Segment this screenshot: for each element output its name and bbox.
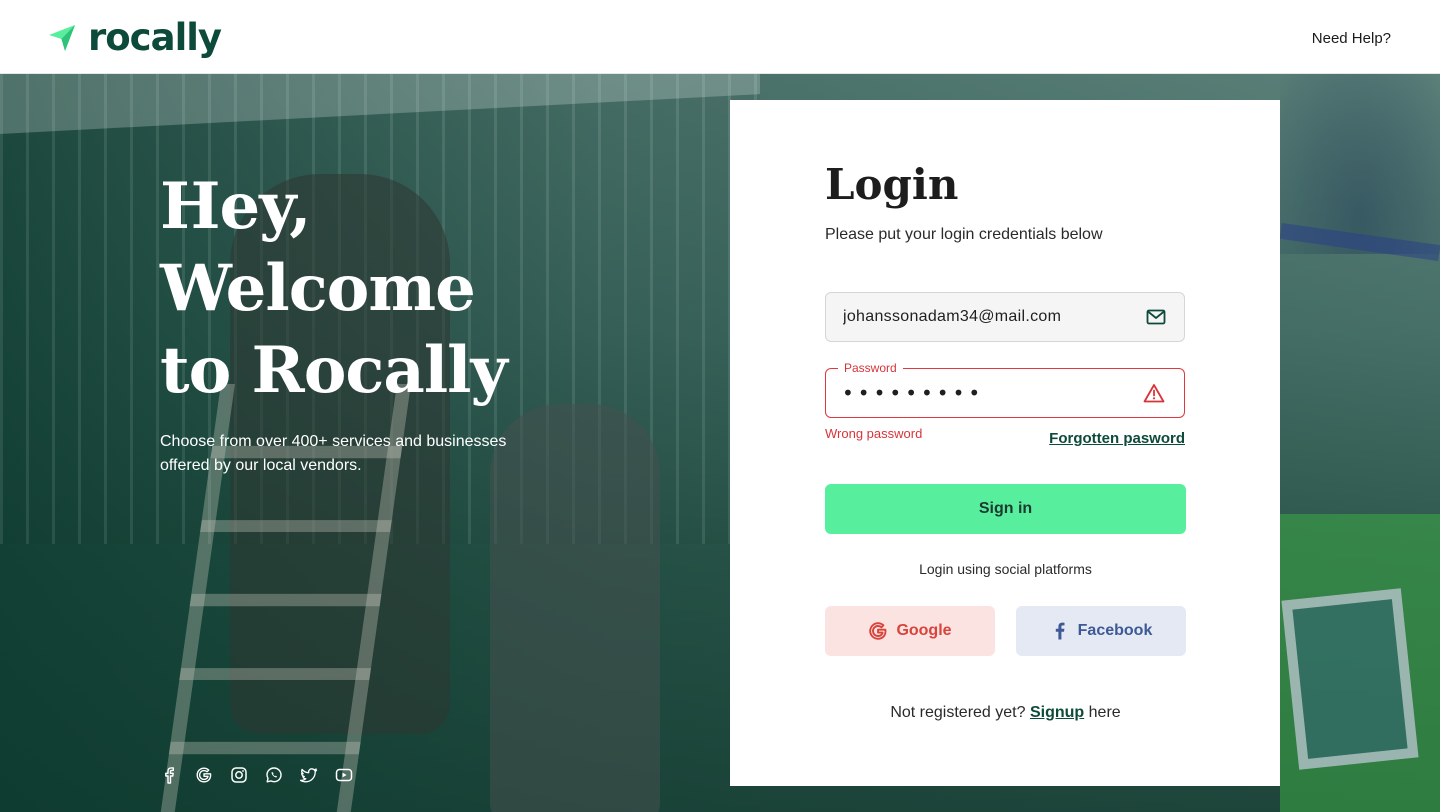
signup-prompt-prefix: Not registered yet? bbox=[890, 704, 1026, 721]
password-field: Password bbox=[825, 361, 1185, 418]
facebook-link[interactable] bbox=[160, 766, 178, 784]
facebook-login-button[interactable]: Facebook bbox=[1016, 606, 1186, 656]
google-icon bbox=[869, 622, 887, 640]
signup-link[interactable]: Signup bbox=[1030, 704, 1084, 721]
login-subtitle: Please put your login credentials below bbox=[825, 226, 1103, 243]
youtube-link[interactable] bbox=[335, 766, 353, 784]
forgot-password-link[interactable]: Forgotten pasword bbox=[1049, 430, 1185, 447]
hero-heading-line-2: Welcome bbox=[160, 251, 476, 326]
signup-prompt-suffix: here bbox=[1088, 704, 1121, 721]
email-input[interactable] bbox=[843, 293, 1133, 341]
youtube-icon bbox=[335, 768, 353, 782]
email-field bbox=[825, 292, 1185, 342]
google-button-label: Google bbox=[896, 622, 952, 639]
instagram-link[interactable] bbox=[230, 766, 248, 784]
twitter-icon bbox=[300, 768, 318, 783]
facebook-icon bbox=[1055, 622, 1065, 640]
password-error-text: Wrong password bbox=[825, 426, 923, 441]
footer-social-links bbox=[160, 766, 353, 784]
google-icon bbox=[196, 767, 212, 783]
hero-subtitle: Choose from over 400+ services and busin… bbox=[160, 433, 507, 474]
brand-name: rocally bbox=[88, 16, 222, 59]
paper-plane-icon bbox=[49, 25, 75, 51]
login-card: Login Please put your login credentials … bbox=[730, 100, 1280, 786]
top-header: rocally Need Help? bbox=[0, 0, 1440, 74]
hero-photo-window bbox=[1281, 588, 1419, 770]
sign-in-button[interactable]: Sign in bbox=[825, 484, 1186, 534]
whatsapp-icon bbox=[266, 767, 282, 783]
brand-logo[interactable]: rocally bbox=[48, 16, 222, 59]
facebook-button-label: Facebook bbox=[1077, 622, 1153, 639]
login-heading: Login bbox=[825, 160, 959, 209]
mail-icon bbox=[1146, 309, 1166, 325]
hero-heading: Hey, Welcome to Rocally bbox=[160, 166, 620, 412]
whatsapp-link[interactable] bbox=[265, 766, 283, 784]
need-help-link[interactable]: Need Help? bbox=[1312, 30, 1391, 47]
password-input[interactable] bbox=[842, 369, 1132, 416]
twitter-link[interactable] bbox=[300, 766, 318, 784]
google-link[interactable] bbox=[195, 766, 213, 784]
google-login-button[interactable]: Google bbox=[825, 606, 995, 656]
warning-icon bbox=[1143, 384, 1165, 403]
signup-prompt: Not registered yet? Signup here bbox=[825, 704, 1186, 722]
social-login-caption: Login using social platforms bbox=[919, 561, 1092, 577]
facebook-icon bbox=[165, 767, 174, 784]
instagram-icon bbox=[231, 767, 247, 783]
hero-heading-line-3: to Rocally bbox=[160, 333, 508, 408]
hero-heading-line-1: Hey, bbox=[160, 169, 312, 244]
